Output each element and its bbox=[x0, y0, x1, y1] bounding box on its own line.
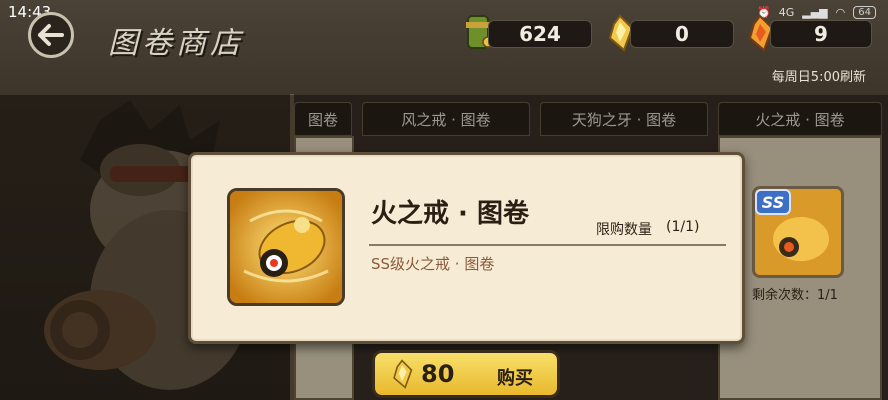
gold-shard-value: 0 bbox=[675, 22, 689, 46]
battery-indicator: 64 bbox=[853, 5, 876, 19]
remaining-count: 剩余次数：1/1 bbox=[752, 288, 838, 303]
item-thumbnail[interactable]: SS bbox=[752, 186, 844, 278]
fire-ring-scroll-icon bbox=[230, 191, 342, 303]
item-image-frame bbox=[227, 188, 345, 306]
refresh-note: 每周日5:00刷新 bbox=[771, 70, 866, 85]
buy-button[interactable]: 80 购买 bbox=[372, 350, 560, 398]
network-label: 4G bbox=[778, 5, 795, 19]
item-detail-modal: 火之戒 · 图卷 限购数量 (1/1) SS级火之戒 · 图卷 bbox=[188, 152, 745, 344]
signal-icon: ▂▄▆ bbox=[802, 5, 828, 19]
buy-label: 购买 bbox=[497, 368, 533, 389]
back-button[interactable] bbox=[28, 12, 74, 58]
arrow-left-icon bbox=[38, 24, 64, 46]
item-description: SS级火之戒 · 图卷 bbox=[371, 255, 495, 273]
flame-shard-counter: 9 bbox=[770, 20, 872, 48]
divider bbox=[369, 244, 726, 246]
page-title: 图卷商店 bbox=[108, 26, 244, 61]
scroll-currency-counter: 624 bbox=[488, 20, 592, 48]
gold-shard-icon bbox=[393, 359, 413, 389]
grade-badge: SS bbox=[755, 189, 791, 215]
purchase-limit: 限购数量 (1/1) bbox=[596, 219, 699, 239]
purchase-limit-value: (1/1) bbox=[666, 219, 700, 235]
gold-shard-counter: 0 bbox=[630, 20, 734, 48]
scroll-currency-value: 624 bbox=[519, 22, 561, 46]
wifi-icon: ◠ bbox=[835, 5, 846, 19]
flame-shard-value: 9 bbox=[814, 22, 828, 46]
item-name: 火之戒 · 图卷 bbox=[371, 199, 529, 229]
buy-price: 80 bbox=[421, 360, 455, 388]
purchase-limit-label: 限购数量 bbox=[596, 222, 652, 238]
